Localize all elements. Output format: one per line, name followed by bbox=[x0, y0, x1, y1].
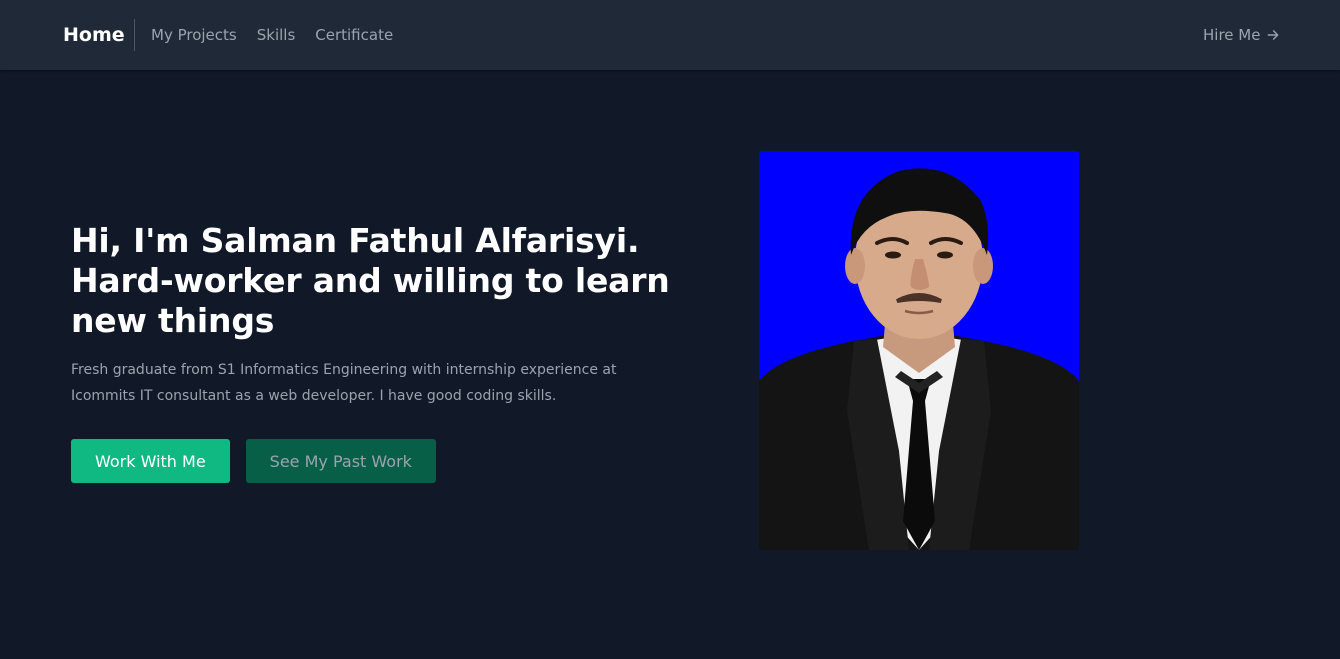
arrow-right-icon bbox=[1268, 30, 1279, 40]
hero-headline: Hi, I'm Salman Fathul Alfarisyi. Hard-wo… bbox=[71, 221, 671, 341]
nav-links: My Projects Skills Certificate bbox=[151, 26, 393, 44]
hero-description: Fresh graduate from S1 Informatics Engin… bbox=[71, 362, 617, 404]
see-past-work-button[interactable]: See My Past Work bbox=[245, 439, 436, 483]
nav-link-skills[interactable]: Skills bbox=[257, 26, 296, 44]
profile-photo bbox=[759, 151, 1079, 550]
hire-me-label: Hire Me bbox=[1203, 26, 1261, 44]
work-with-me-button[interactable]: Work With Me bbox=[71, 439, 230, 483]
headline-line-3: new things bbox=[71, 301, 275, 340]
nav-home-link[interactable]: Home bbox=[63, 24, 125, 46]
nav-divider bbox=[134, 19, 135, 51]
nav-link-certificate[interactable]: Certificate bbox=[315, 26, 393, 44]
hero-buttons: Work With Me See My Past Work bbox=[71, 439, 436, 483]
hero-section: Hi, I'm Salman Fathul Alfarisyi. Hard-wo… bbox=[71, 221, 671, 409]
hire-me-link[interactable]: Hire Me bbox=[1203, 26, 1280, 44]
profile-photo-illustration bbox=[759, 151, 1079, 550]
nav-link-my-projects[interactable]: My Projects bbox=[151, 26, 237, 44]
headline-line-1: Hi, I'm Salman Fathul Alfarisyi. bbox=[71, 221, 640, 260]
navbar: Home My Projects Skills Certificate Hire… bbox=[0, 0, 1340, 70]
headline-line-2: Hard-worker and willing to learn bbox=[71, 261, 670, 300]
